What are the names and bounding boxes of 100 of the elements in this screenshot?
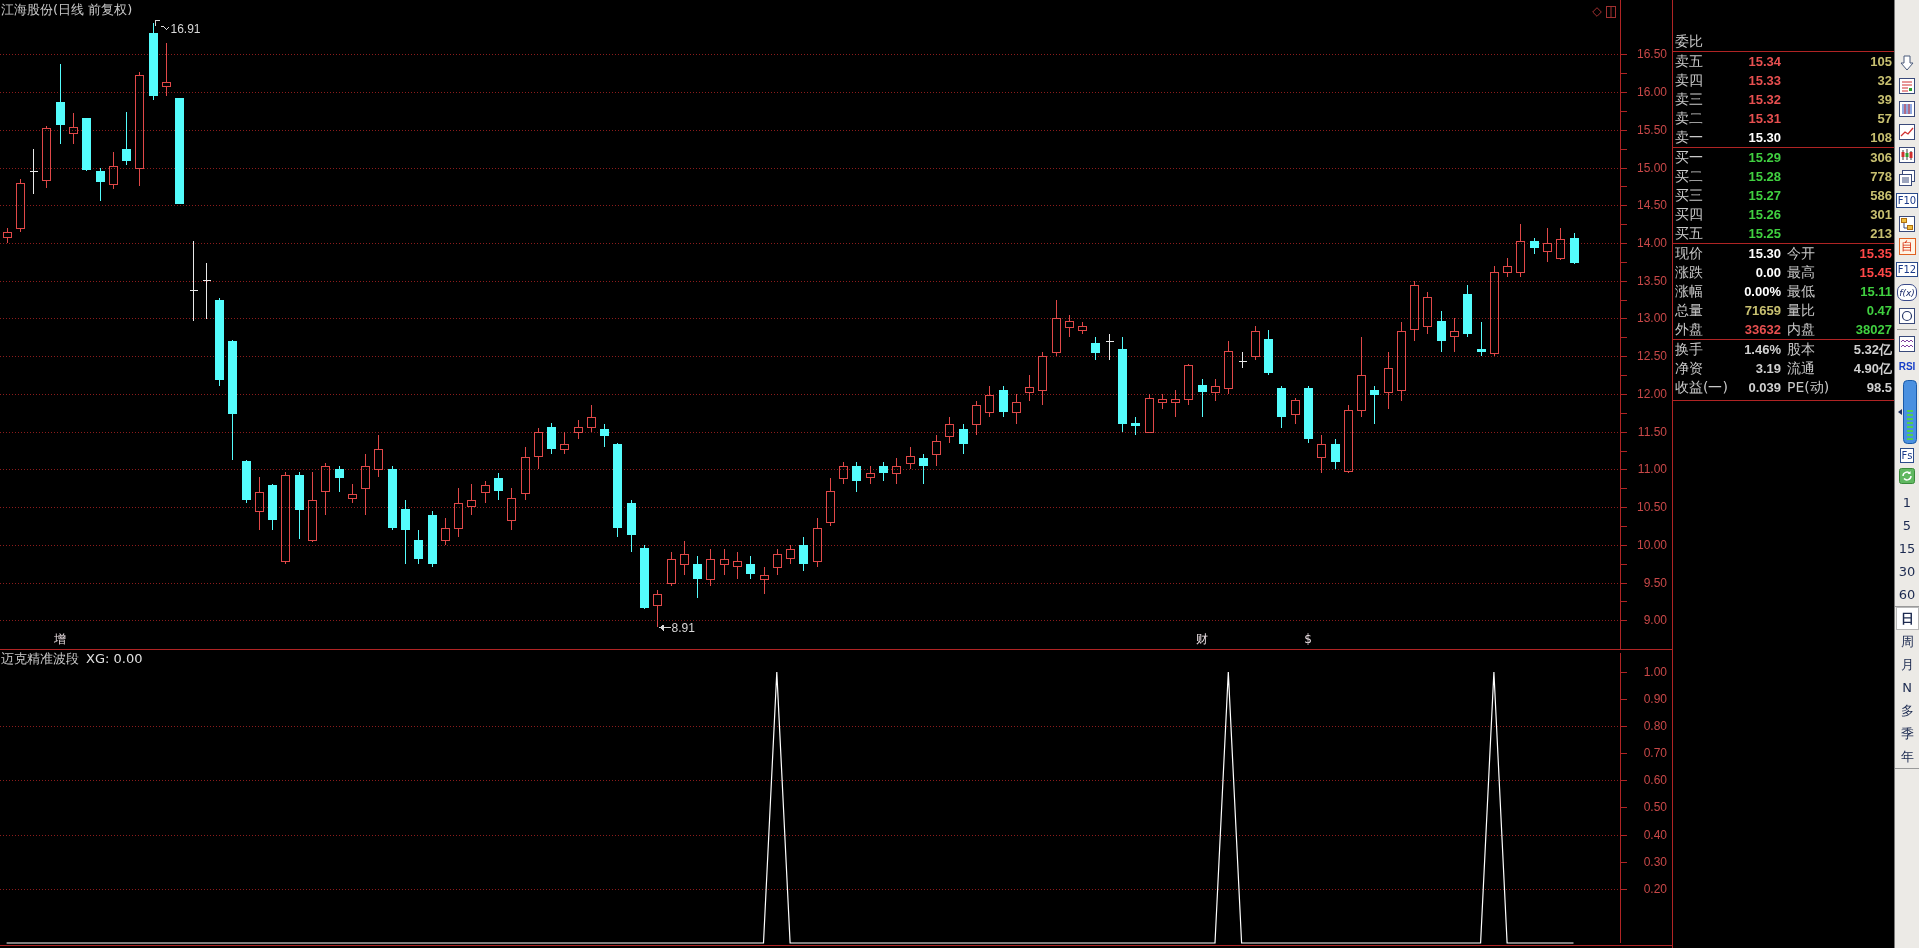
level-price: 15.34 (1747, 54, 1781, 69)
candle (1091, 336, 1100, 361)
period-tab[interactable]: 季 (1895, 722, 1919, 745)
period-tab[interactable]: 年 (1895, 745, 1919, 768)
level-volume: 32 (1876, 73, 1892, 88)
candle (1131, 416, 1140, 436)
period-tab[interactable]: 5 (1895, 514, 1919, 537)
candle (1145, 393, 1154, 433)
period-tab[interactable]: 15 (1895, 537, 1919, 560)
axis-label: 0.30 (1643, 854, 1667, 869)
axis-label: 0.40 (1643, 827, 1667, 842)
field-label: 股本 (1787, 340, 1816, 359)
candle (109, 151, 118, 190)
candle (560, 431, 569, 455)
axis-label: 0.90 (1643, 692, 1667, 707)
toolbar-button[interactable]: 自 (1898, 238, 1916, 255)
rectangle-icon[interactable] (1606, 6, 1616, 18)
field-label: 收益(一) (1675, 378, 1729, 397)
refresh-icon[interactable] (1899, 467, 1915, 484)
indicator-reading: XG: 0.00 (86, 651, 143, 667)
wave-icon[interactable] (1899, 335, 1915, 352)
candle (1503, 257, 1512, 278)
level-price: 15.25 (1747, 226, 1781, 241)
level-volume: 306 (1869, 150, 1892, 165)
candle (1530, 237, 1539, 255)
event-marker: 财 (1196, 632, 1208, 646)
line-chart-icon[interactable] (1899, 123, 1915, 140)
formula-button[interactable]: f(x) (1897, 284, 1917, 301)
field-label: 委比 (1675, 32, 1704, 51)
candle (3, 227, 12, 244)
period-tab[interactable]: N (1895, 676, 1919, 699)
level-volume: 213 (1869, 226, 1892, 241)
field-value: 38027 (1854, 322, 1892, 337)
candle (773, 548, 782, 576)
candle (1291, 397, 1300, 425)
candle (255, 476, 264, 531)
axis-label: 12.50 (1636, 349, 1667, 364)
field-label: 总量 (1675, 301, 1704, 320)
table-icon[interactable] (1899, 77, 1915, 94)
function-key-button[interactable]: Fs (1899, 447, 1915, 463)
level-label: 卖四 (1675, 71, 1704, 90)
event-marker: $ (1304, 632, 1312, 646)
period-tab[interactable]: 60 (1895, 583, 1919, 606)
level-volume: 301 (1869, 207, 1892, 222)
period-tab[interactable]: 1 (1895, 491, 1919, 514)
period-tab[interactable]: 日 (1895, 607, 1919, 630)
indicator-button[interactable]: RSI (1897, 358, 1917, 375)
axis-label: 0.20 (1643, 881, 1667, 896)
field-value: 0.00 (1754, 265, 1781, 280)
candle (1198, 378, 1207, 418)
tree-icon[interactable] (1899, 215, 1915, 232)
axis-label: 15.00 (1636, 160, 1667, 175)
field-value: 5.32亿 (1852, 340, 1892, 359)
candle (627, 499, 636, 553)
candle (892, 457, 901, 485)
down-arrow-icon[interactable] (1900, 54, 1914, 71)
candle (1477, 321, 1486, 357)
function-key-button[interactable]: F10 (1895, 193, 1919, 208)
level-price: 15.26 (1747, 207, 1781, 222)
leader-line (155, 20, 169, 30)
candle (932, 434, 941, 467)
circle-icon[interactable] (1899, 307, 1915, 324)
level-volume: 39 (1876, 92, 1892, 107)
candle (428, 510, 437, 568)
level-label: 买一 (1675, 148, 1704, 167)
period-tab[interactable]: 周 (1895, 630, 1919, 653)
field-label: PE(动) (1787, 378, 1831, 397)
candle (799, 536, 808, 572)
candle (242, 459, 251, 504)
period-tab[interactable]: 30 (1895, 560, 1919, 583)
candle (653, 589, 662, 628)
field-label: 内盘 (1787, 320, 1816, 339)
axis-label: 10.00 (1636, 537, 1667, 552)
field-value: 4.90亿 (1852, 359, 1892, 378)
candle (1211, 378, 1220, 402)
gauge-icon[interactable] (1897, 380, 1917, 444)
field-label: 涨幅 (1675, 282, 1704, 301)
candle (733, 551, 742, 580)
candle (852, 461, 861, 493)
price-label: 8.91 (671, 620, 695, 635)
field-label: 最高 (1787, 263, 1816, 282)
candle (401, 499, 410, 565)
candle (1437, 310, 1446, 353)
candle (441, 517, 450, 546)
period-tab[interactable]: 月 (1895, 653, 1919, 676)
function-key-button[interactable]: F12 (1895, 262, 1919, 277)
candle (295, 471, 304, 540)
level-price: 15.31 (1747, 111, 1781, 126)
candlestick-icon[interactable] (1899, 146, 1915, 163)
field-value: 33632 (1743, 322, 1781, 337)
candle (1065, 314, 1074, 338)
axis-label: 10.50 (1636, 500, 1667, 515)
candle (600, 423, 609, 448)
candle (1012, 393, 1021, 425)
candle (1463, 284, 1472, 338)
grid-icon[interactable] (1899, 100, 1915, 117)
document-icon[interactable] (1899, 169, 1915, 186)
period-tab[interactable]: 多 (1895, 699, 1919, 722)
candle (667, 551, 676, 587)
leader-arrow (659, 624, 671, 631)
